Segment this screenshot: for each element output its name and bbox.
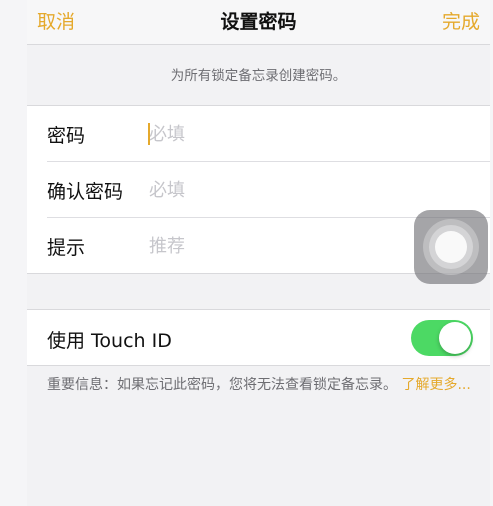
touch-id-toggle[interactable] [411, 320, 473, 356]
confirm-password-input[interactable] [149, 175, 469, 205]
hint-label: 提示 [47, 237, 86, 259]
assistive-touch-icon[interactable] [414, 210, 488, 284]
screen-edge-left [0, 0, 27, 506]
text-cursor [148, 123, 150, 145]
password-label: 密码 [47, 125, 86, 147]
toggle-knob [439, 322, 471, 354]
password-row[interactable]: 密码 [27, 106, 490, 161]
password-input[interactable] [149, 119, 469, 149]
page-title: 设置密码 [220, 11, 297, 33]
done-button[interactable]: 完成 [442, 7, 480, 34]
learn-more-link[interactable]: 了解更多... [401, 377, 470, 393]
footnote-text: 重要信息：如果忘记此密码，您将无法查看锁定备忘录。 [47, 377, 397, 393]
important-info-footnote: 重要信息：如果忘记此密码，您将无法查看锁定备忘录。 了解更多... [47, 376, 475, 395]
confirm-password-row[interactable]: 确认密码 [27, 162, 490, 217]
touch-id-label: 使用 Touch ID [47, 330, 172, 352]
assistive-touch-inner-circle [435, 231, 467, 263]
confirm-password-label: 确认密码 [47, 181, 124, 203]
instruction-text: 为所有锁定备忘录创建密码。 [170, 68, 347, 84]
navigation-bar: 取消 设置密码 完成 [27, 0, 490, 45]
touch-id-group: 使用 Touch ID [27, 309, 490, 366]
